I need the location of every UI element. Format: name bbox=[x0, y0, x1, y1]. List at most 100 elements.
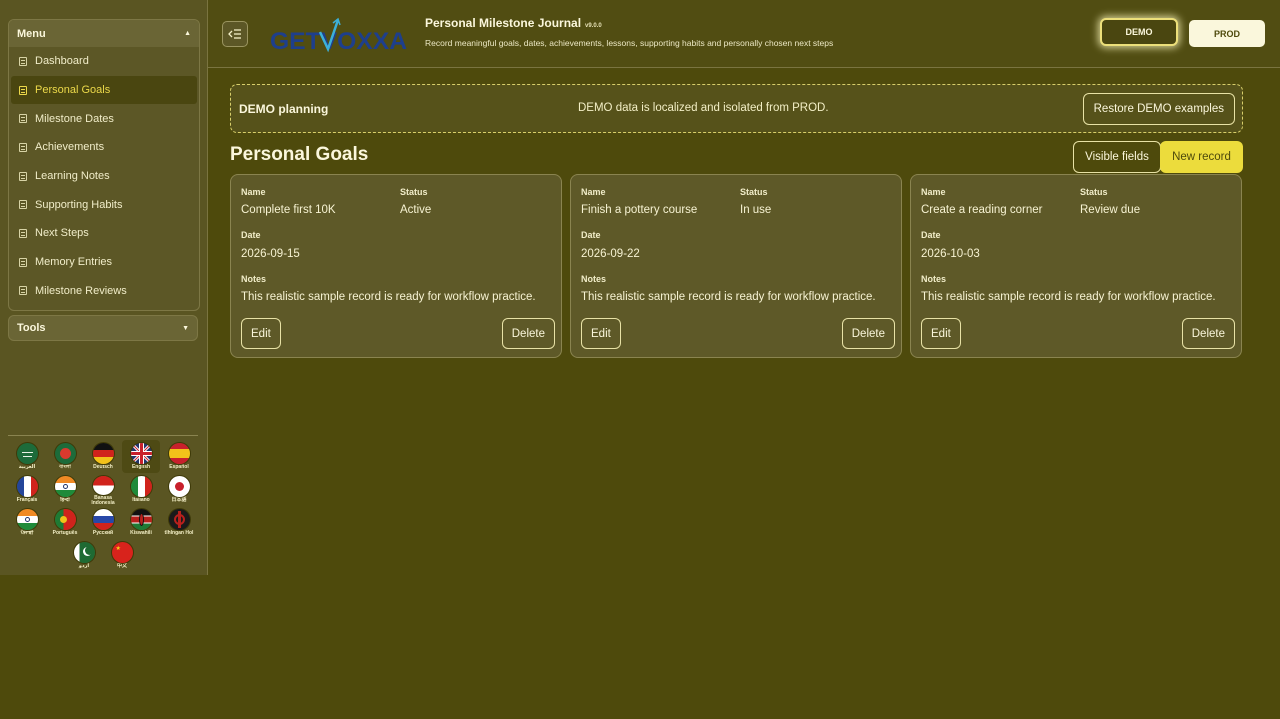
record-name: Create a reading corner bbox=[921, 204, 1043, 216]
record-name: Finish a pottery course bbox=[581, 204, 698, 216]
language-klingon[interactable]: tlhIngan Hol bbox=[160, 506, 198, 539]
page-title: Personal Goals bbox=[230, 144, 369, 165]
restore-demo-button[interactable]: Restore DEMO examples bbox=[1082, 93, 1235, 125]
app-header: GETVOXXA Personal Milestone Journal v9.0.… bbox=[208, 0, 1280, 68]
language-selector: العربية বাংলা Deutsch English Español Fr… bbox=[8, 440, 198, 572]
language-chinese[interactable]: ★ 中文 bbox=[103, 539, 141, 572]
language-spanish[interactable]: Español bbox=[160, 440, 198, 473]
app-subtitle: Record meaningful goals, dates, achievem… bbox=[425, 38, 834, 48]
record-date: 2026-10-03 bbox=[921, 248, 980, 260]
sidebar-item-learning-notes[interactable]: Learning Notes bbox=[9, 162, 199, 191]
klingon-emblem-icon bbox=[168, 509, 190, 530]
sidebar-item-supporting-habits[interactable]: Supporting Habits bbox=[9, 190, 199, 219]
menu-title: Menu bbox=[17, 27, 46, 40]
sidebar-item-label: Memory Entries bbox=[35, 256, 113, 269]
status-label: Status bbox=[400, 187, 428, 197]
collapse-sidebar-button[interactable] bbox=[222, 21, 248, 47]
sidebar-item-memory-entries[interactable]: Memory Entries bbox=[9, 248, 199, 277]
record-status: Review due bbox=[1080, 204, 1141, 216]
document-icon bbox=[19, 286, 27, 296]
record-card: Name Status Finish a pottery course In u… bbox=[570, 174, 902, 358]
language-indonesian[interactable]: Bahasa Indonesia bbox=[84, 473, 122, 506]
name-label: Name bbox=[241, 187, 266, 197]
record-card: Name Status Create a reading corner Revi… bbox=[910, 174, 1242, 358]
spain-flag-icon bbox=[168, 443, 190, 464]
new-record-button[interactable]: New record bbox=[1160, 141, 1243, 173]
language-punjabi[interactable]: ਪੰਜਾਬੀ bbox=[8, 506, 46, 539]
record-notes: This realistic sample record is ready fo… bbox=[581, 291, 876, 303]
sidebar-item-personal-goals[interactable]: Personal Goals bbox=[11, 75, 197, 105]
app-title: Personal Milestone Journal v9.0.0 bbox=[425, 16, 602, 30]
sidebar-item-label: Learning Notes bbox=[35, 170, 110, 183]
russia-flag-icon bbox=[92, 509, 114, 530]
notes-label: Notes bbox=[241, 274, 267, 284]
language-french[interactable]: Français bbox=[8, 473, 46, 506]
delete-button[interactable]: Delete bbox=[1181, 318, 1235, 349]
record-date: 2026-09-22 bbox=[581, 248, 640, 260]
japan-flag-icon bbox=[168, 476, 190, 497]
document-icon bbox=[19, 85, 27, 95]
caret-down-icon: ▼ bbox=[182, 324, 189, 332]
name-label: Name bbox=[581, 187, 606, 197]
collapse-menu-icon bbox=[228, 29, 241, 39]
record-name: Complete first 10K bbox=[241, 204, 336, 216]
sidebar-item-label: Dashboard bbox=[35, 55, 89, 68]
language-italian[interactable]: Italiano bbox=[122, 473, 160, 506]
sidebar-item-label: Personal Goals bbox=[35, 84, 111, 97]
env-demo-button[interactable]: DEMO bbox=[1100, 18, 1178, 46]
italy-flag-icon bbox=[130, 476, 152, 497]
saudi-flag-icon bbox=[16, 443, 38, 464]
sidebar-item-label: Milestone Reviews bbox=[35, 284, 127, 297]
language-bengali[interactable]: বাংলা bbox=[46, 440, 84, 473]
document-icon bbox=[19, 200, 27, 210]
date-label: Date bbox=[241, 230, 261, 240]
sidebar-item-achievements[interactable]: Achievements bbox=[9, 133, 199, 162]
language-japanese[interactable]: 日本語 bbox=[160, 473, 198, 506]
edit-button[interactable]: Edit bbox=[241, 318, 281, 349]
uk-flag-icon bbox=[130, 443, 152, 464]
language-english[interactable]: English bbox=[122, 440, 160, 473]
date-label: Date bbox=[581, 230, 601, 240]
language-russian[interactable]: Русский bbox=[84, 506, 122, 539]
status-label: Status bbox=[1080, 187, 1108, 197]
sidebar-item-next-steps[interactable]: Next Steps bbox=[9, 219, 199, 248]
bangladesh-flag-icon bbox=[54, 443, 76, 464]
sidebar-item-label: Supporting Habits bbox=[35, 198, 123, 211]
getvoxxa-logo: GETVOXXA bbox=[268, 14, 414, 55]
divider bbox=[8, 435, 198, 436]
date-label: Date bbox=[921, 230, 941, 240]
caret-up-icon: ▲ bbox=[184, 30, 191, 37]
notes-label: Notes bbox=[921, 274, 947, 284]
document-icon bbox=[19, 171, 27, 181]
language-urdu[interactable]: اردو bbox=[65, 539, 103, 572]
sidebar-item-dashboard[interactable]: Dashboard bbox=[9, 47, 199, 76]
tools-panel-toggle[interactable]: Tools ▼ bbox=[8, 315, 198, 341]
record-card: Name Status Complete first 10K Active Da… bbox=[230, 174, 562, 358]
india-flag-icon bbox=[16, 509, 38, 530]
edit-button[interactable]: Edit bbox=[581, 318, 621, 349]
sidebar-item-label: Next Steps bbox=[35, 227, 89, 240]
language-german[interactable]: Deutsch bbox=[84, 440, 122, 473]
record-notes: This realistic sample record is ready fo… bbox=[921, 291, 1216, 303]
notes-label: Notes bbox=[581, 274, 607, 284]
status-label: Status bbox=[740, 187, 768, 197]
delete-button[interactable]: Delete bbox=[501, 318, 555, 349]
sidebar-item-milestone-reviews[interactable]: Milestone Reviews bbox=[9, 277, 199, 306]
delete-button[interactable]: Delete bbox=[841, 318, 895, 349]
germany-flag-icon bbox=[92, 443, 114, 464]
sidebar-item-milestone-dates[interactable]: Milestone Dates bbox=[9, 104, 199, 133]
document-icon bbox=[19, 56, 27, 66]
edit-button[interactable]: Edit bbox=[921, 318, 961, 349]
language-hindi[interactable]: हिन्दी bbox=[46, 473, 84, 506]
language-arabic[interactable]: العربية bbox=[8, 440, 46, 473]
language-portuguese[interactable]: Português bbox=[46, 506, 84, 539]
language-swahili[interactable]: Kiswahili bbox=[122, 506, 160, 539]
name-label: Name bbox=[921, 187, 946, 197]
tools-title: Tools bbox=[17, 322, 46, 334]
env-prod-button[interactable]: PROD bbox=[1189, 20, 1265, 47]
menu-header[interactable]: Menu ▲ bbox=[9, 20, 199, 47]
record-notes: This realistic sample record is ready fo… bbox=[241, 291, 536, 303]
visible-fields-button[interactable]: Visible fields bbox=[1073, 141, 1161, 173]
document-icon bbox=[19, 114, 27, 124]
sidebar-item-label: Milestone Dates bbox=[35, 112, 114, 125]
